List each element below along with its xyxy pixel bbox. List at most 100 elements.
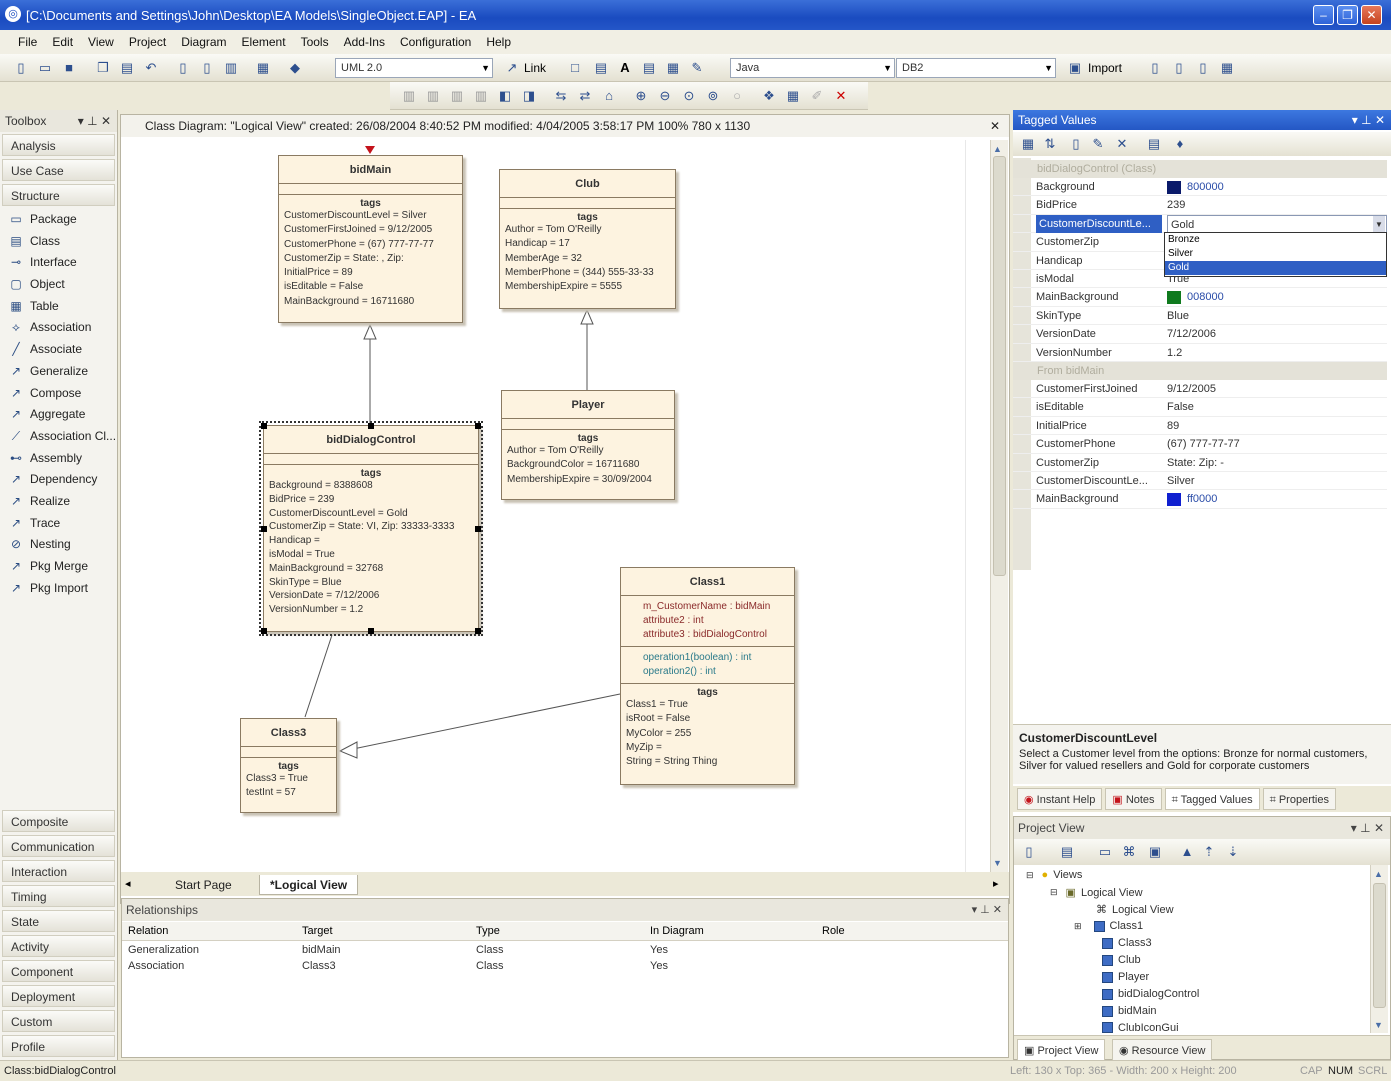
tag-row[interactable]: BidPrice 239 xyxy=(1013,196,1387,215)
tag-row[interactable]: VersionNumber 1.2 xyxy=(1013,344,1387,362)
delete-icon[interactable]: ✕ xyxy=(832,87,850,105)
menu-diagram[interactable]: Diagram xyxy=(181,35,226,49)
report-icon[interactable]: ▯ xyxy=(198,59,216,77)
resize-handle[interactable] xyxy=(475,526,481,532)
zoom-fit-icon[interactable]: ⊙ xyxy=(680,87,698,105)
tag-row[interactable]: MainBackground ff0000 xyxy=(1013,490,1387,509)
column-target[interactable]: Target xyxy=(302,925,333,937)
dropdown-option-silver[interactable]: Silver xyxy=(1165,247,1386,261)
class-biddialogcontrol[interactable]: bidDialogControl tags Background = 83886… xyxy=(259,421,483,636)
menu-file[interactable]: File xyxy=(18,35,37,49)
tag-row[interactable]: CustomerFirstJoined 9/12/2005 xyxy=(1013,380,1387,399)
toolbox-item-compose[interactable]: ↗ Compose xyxy=(0,383,117,405)
tag-row[interactable]: InitialPrice 89 xyxy=(1013,417,1387,436)
table-icon[interactable]: ▦ xyxy=(664,59,682,77)
toolbox-item-pkg-import[interactable]: ↗ Pkg Import xyxy=(0,578,117,600)
ungroup-icon[interactable]: ◨ xyxy=(520,87,538,105)
tag-row[interactable]: isEditable False xyxy=(1013,398,1387,417)
ea-app-icon[interactable]: ◎ xyxy=(5,6,21,22)
categorize-icon[interactable]: ▦ xyxy=(1019,135,1037,153)
new-diagram-icon[interactable]: ▤ xyxy=(1058,843,1076,861)
toolbox-item-association-class[interactable]: ⟋ Association Cl... xyxy=(0,426,117,448)
help-tip-icon[interactable]: ♦ xyxy=(1171,135,1189,153)
tree-node-clubicongui[interactable]: ClubIconGui xyxy=(1102,1022,1179,1033)
menu-edit[interactable]: Edit xyxy=(52,35,73,49)
import-label[interactable]: Import xyxy=(1088,61,1122,75)
collapse-icon[interactable]: ⊟ xyxy=(1026,870,1034,881)
tag-row[interactable]: CustomerZip State: Zip: - xyxy=(1013,454,1387,472)
tab-properties[interactable]: ⌗ Properties xyxy=(1262,788,1336,810)
group-icon[interactable]: ◧ xyxy=(496,87,514,105)
panel-controls-icon[interactable]: ▾ ⊥ ✕ xyxy=(1351,817,1384,839)
panel-controls-icon[interactable]: ▾ ⊥ ✕ xyxy=(1352,110,1385,130)
toolbox-category-deployment[interactable]: Deployment xyxy=(2,985,115,1007)
minimize-button[interactable]: – xyxy=(1313,5,1334,25)
tab-instant-help[interactable]: ◉ Instant Help xyxy=(1017,788,1103,810)
tab-start-page[interactable]: Start Page xyxy=(165,875,242,895)
folder-icon[interactable]: ▭ xyxy=(1096,843,1114,861)
class-class1[interactable]: Class1 m_CustomerName : bidMain attribut… xyxy=(620,567,795,785)
uml-profile-combo[interactable]: UML 2.0 ▼ xyxy=(335,58,493,78)
toolbox-item-class[interactable]: ▤ Class xyxy=(0,231,117,253)
layers-icon[interactable]: ❖ xyxy=(760,87,778,105)
menu-help[interactable]: Help xyxy=(486,35,511,49)
menu-view[interactable]: View xyxy=(88,35,114,49)
toolbox-category-use-case[interactable]: Use Case xyxy=(2,159,115,181)
import-icon[interactable]: ▣ xyxy=(1066,59,1084,77)
locate-icon[interactable]: ✐ xyxy=(808,87,826,105)
diagram-vertical-scrollbar[interactable]: ▲ ▼ xyxy=(990,140,1008,872)
resize-handle[interactable] xyxy=(475,628,481,634)
toolbox-category-state[interactable]: State xyxy=(2,910,115,932)
align-left-icon[interactable]: ▥ xyxy=(400,87,418,105)
close-diagram-icon[interactable]: ✕ xyxy=(990,119,1000,133)
dropdown-option-gold[interactable]: Gold xyxy=(1165,261,1386,275)
resize-handle[interactable] xyxy=(475,423,481,429)
list-icon[interactable]: ▤ xyxy=(640,59,658,77)
undo-icon[interactable]: ↶ xyxy=(142,59,160,77)
toolbox-item-nesting[interactable]: ⊘ Nesting xyxy=(0,534,117,556)
tool-icon[interactable]: ◆ xyxy=(286,59,304,77)
tab-project-view[interactable]: ▣ Project View xyxy=(1017,1039,1106,1061)
maximize-button[interactable]: ❐ xyxy=(1337,5,1358,25)
toolbox-item-assembly[interactable]: ⊷ Assembly xyxy=(0,448,117,470)
tree-node-logical-view-package[interactable]: ⊟ ▣ Logical View xyxy=(1050,886,1143,900)
link-label[interactable]: Link xyxy=(524,61,546,75)
new-icon[interactable]: ▯ xyxy=(12,59,30,77)
tag-row[interactable]: CustomerDiscountLe... Silver xyxy=(1013,472,1387,491)
group-header-biddialogcontrol[interactable]: bidDialogControl (Class) xyxy=(1013,160,1387,178)
group-header-from-bidmain[interactable]: From bidMain xyxy=(1013,362,1387,380)
export-icon[interactable]: ▯ xyxy=(1146,59,1164,77)
book-icon[interactable]: ▦ xyxy=(254,59,272,77)
column-in-diagram[interactable]: In Diagram xyxy=(650,925,704,937)
up-icon[interactable]: ▲ xyxy=(1178,843,1196,861)
pin-icon[interactable]: ▾ ⊥ ✕ xyxy=(78,110,111,132)
class-bidmain[interactable]: bidMain tags CustomerDiscountLevel = Sil… xyxy=(278,155,463,323)
menu-add-ins[interactable]: Add-Ins xyxy=(344,35,385,49)
tree-node-bidmain[interactable]: bidMain xyxy=(1102,1005,1157,1017)
toolbox-item-realize[interactable]: ↗ Realize xyxy=(0,491,117,513)
scroll-down-icon[interactable]: ▼ xyxy=(993,858,1002,868)
align-bottom-icon[interactable]: ▥ xyxy=(472,87,490,105)
tag-row[interactable]: SkinType Blue xyxy=(1013,307,1387,326)
class-player[interactable]: Player tags Author = Tom O'Reilly Backgr… xyxy=(501,390,675,500)
discount-level-dropdown-list[interactable]: Bronze Silver Gold xyxy=(1164,232,1387,277)
toolbox-category-timing[interactable]: Timing xyxy=(2,885,115,907)
toolbox-item-table[interactable]: ▦ Table xyxy=(0,296,117,318)
tab-tagged-values[interactable]: ⌗ Tagged Values xyxy=(1164,788,1260,810)
tree-node-class3[interactable]: Class3 xyxy=(1102,937,1152,949)
column-type[interactable]: Type xyxy=(476,925,500,937)
document-icon[interactable]: ▯ xyxy=(174,59,192,77)
resize-handle[interactable] xyxy=(368,423,374,429)
zoom-100-icon[interactable]: ⊚ xyxy=(704,87,722,105)
tag-row[interactable]: VersionDate 7/12/2006 xyxy=(1013,325,1387,344)
tag-properties-icon[interactable]: ▤ xyxy=(1145,135,1163,153)
new-package-icon[interactable]: ▯ xyxy=(1020,843,1038,861)
move-up-icon[interactable]: ⇡ xyxy=(1200,843,1218,861)
menu-configuration[interactable]: Configuration xyxy=(400,35,471,49)
zoom-out-icon[interactable]: ⊖ xyxy=(656,87,674,105)
tag-row-selected[interactable]: CustomerDiscountLe... Gold ▼ xyxy=(1013,214,1387,235)
scroll-up-icon[interactable]: ▲ xyxy=(993,144,1002,154)
language-combo[interactable]: Java ▼ xyxy=(730,58,895,78)
pencil-icon[interactable]: ✎ xyxy=(688,59,706,77)
toolbox-item-package[interactable]: ▭ Package xyxy=(0,209,117,231)
